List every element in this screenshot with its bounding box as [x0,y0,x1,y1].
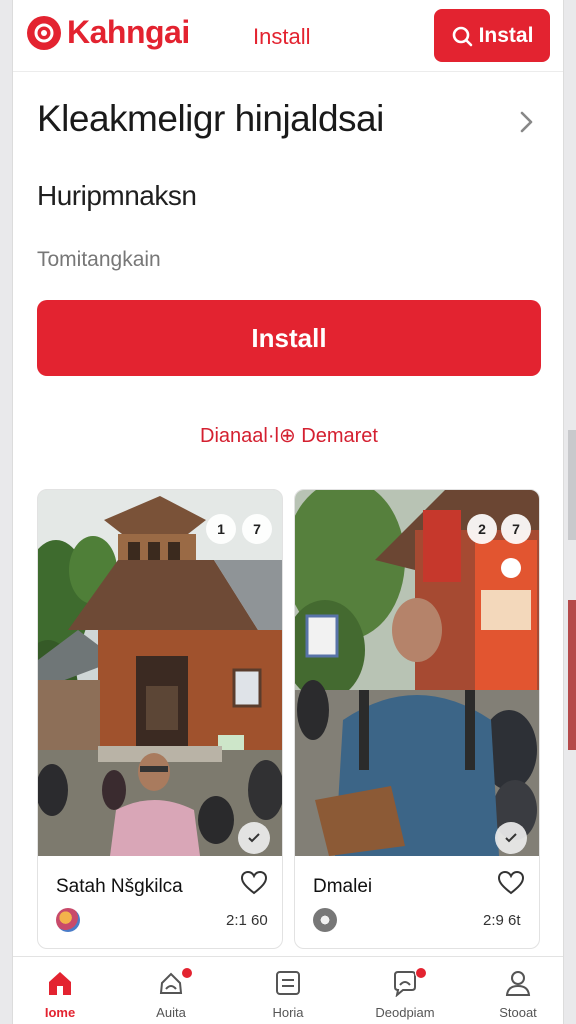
nav-label: Horia [272,1005,304,1020]
avatar [56,908,80,932]
post-photo[interactable] [295,490,539,856]
background-peek [568,430,576,540]
nav-label: Stooat [499,1005,537,1020]
nav-label: Auita [156,1005,186,1020]
notification-dot [415,967,427,979]
hint-text: Tomitangkain [37,248,161,271]
background-peek [568,600,576,750]
page-subtitle: Huripmnaksn [37,180,197,211]
nav-item-list[interactable]: Horia [243,957,333,1024]
nav-label: Deodpiam [375,1005,435,1020]
logo-icon [27,15,61,50]
expand-button[interactable] [495,822,527,854]
card-timestamp: 2:1 60 [226,912,268,929]
user-icon [505,971,531,996]
app-screen: Kahngai Install Instal Kleakmeligr hinja… [12,0,564,1024]
nav-item-home[interactable]: Iome [15,957,105,1024]
post-card[interactable]: 2 7 Dmalei 2:9 6t [294,489,540,949]
post-photo[interactable] [38,490,282,856]
top-bar: Kahngai Install Instal [13,0,563,72]
nav-item-alerts[interactable]: Auita [126,957,216,1024]
brand-name: Kahngai [67,14,190,50]
expand-icon [505,833,517,843]
heart-icon[interactable] [240,870,268,896]
photo-count-badge: 7 [501,514,531,544]
brand-logo[interactable]: Kahngai [27,14,190,51]
avatar [313,908,337,932]
expand-button[interactable] [238,822,270,854]
top-install-label: Instal [478,23,534,47]
install-button[interactable]: Install [37,300,541,376]
nav-item-messages[interactable]: Deodpiam [360,957,450,1024]
photo-count-badge: 7 [242,514,272,544]
photo-count-badge: 1 [206,514,236,544]
card-title: Dmalei [313,876,373,897]
bottom-navigation: Iome Auita Horia Deodpiam Stooat [13,956,563,1024]
heart-icon[interactable] [497,870,525,896]
section-link[interactable]: Dianaal·l⊕ Demaret [13,423,563,448]
nav-label: Iome [44,1005,76,1020]
home-icon [49,972,71,995]
top-install-button[interactable]: Instal [434,9,550,62]
photo-count-badge: 2 [467,514,497,544]
page-title: Kleakmeligr hinjaldsai [37,98,384,139]
list-icon [276,971,300,995]
expand-icon [248,833,260,843]
card-title: Satah Nšgkilca [56,876,183,897]
chevron-right-icon[interactable] [517,108,537,136]
install-link[interactable]: Install [253,24,310,50]
search-icon [452,26,472,46]
post-card[interactable]: 1 7 Satah Nšgkilca 2:1 60 [37,489,283,949]
card-timestamp: 2:9 6t [483,912,521,929]
notification-dot [181,967,193,979]
nav-item-profile[interactable]: Stooat [473,957,563,1024]
